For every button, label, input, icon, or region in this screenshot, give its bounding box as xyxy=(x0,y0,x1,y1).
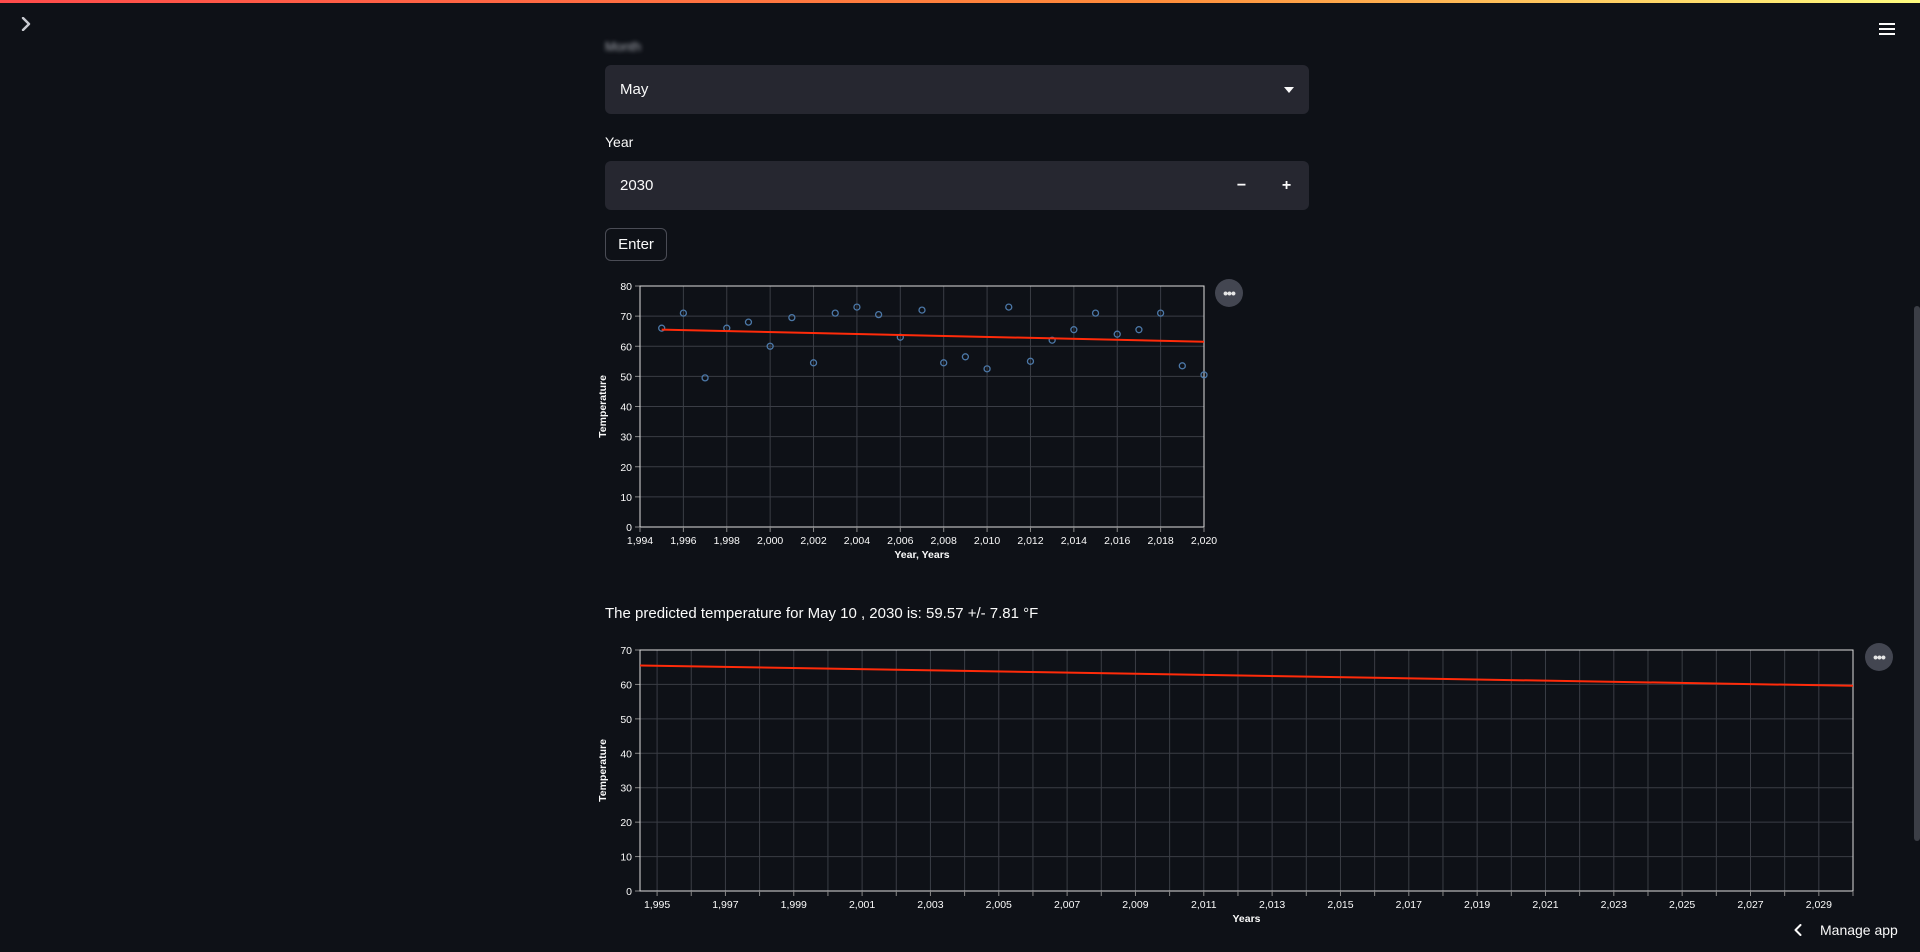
caret-down-icon xyxy=(1284,86,1294,93)
y-axis-title: Temperature xyxy=(597,739,609,802)
x-tick-label: 2,011 xyxy=(1191,899,1217,911)
x-tick-label: 2,013 xyxy=(1259,899,1285,911)
x-tick-label: 2,004 xyxy=(844,535,870,547)
x-tick-label: 2,029 xyxy=(1806,899,1832,911)
scatter-point xyxy=(1091,309,1100,317)
projected-temperature-chart: 0 10 20 30 40 50 60 70 1,995 1,997 1,999 2,001 2,003… xyxy=(597,645,1854,925)
chevron-right-icon xyxy=(21,17,31,31)
scatter-point xyxy=(744,318,753,326)
manage-app-label: Manage app xyxy=(1820,922,1898,938)
month-select[interactable]: May xyxy=(605,65,1309,114)
y-tick-label: 30 xyxy=(620,432,632,444)
y-tick-label: 10 xyxy=(620,492,632,504)
y-tick-label: 80 xyxy=(620,281,632,293)
scatter-point xyxy=(961,353,970,361)
y-tick-label: 70 xyxy=(620,311,632,323)
x-tick-label: 1,996 xyxy=(670,535,696,547)
x-tick-label: 2,005 xyxy=(986,899,1012,911)
y-tick-label: 40 xyxy=(620,748,632,760)
sidebar-expand-button[interactable] xyxy=(14,12,38,36)
year-input-label: Year xyxy=(605,134,634,150)
plot-frame xyxy=(639,649,1854,892)
month-select-label: Month xyxy=(605,39,642,54)
x-tick-label: 2,025 xyxy=(1669,899,1695,911)
scatter-point xyxy=(918,306,926,314)
y-tick-label: 30 xyxy=(620,783,632,795)
y-tick-label: 10 xyxy=(620,852,632,864)
more-options-icon: ••• xyxy=(1873,649,1886,665)
x-tick-label: 2,015 xyxy=(1327,899,1353,911)
year-increment-button[interactable]: + xyxy=(1264,161,1309,210)
scatter-point xyxy=(1178,362,1186,370)
x-tick-label: 2,007 xyxy=(1054,899,1080,911)
scatter-point xyxy=(831,309,839,317)
x-tick-label: 2,023 xyxy=(1601,899,1627,911)
y-tick-label: 20 xyxy=(620,817,632,829)
y-tick-label: 20 xyxy=(620,462,632,474)
year-input-value[interactable]: 2030 xyxy=(605,161,1219,210)
x-tick-label: 1,997 xyxy=(712,899,738,911)
x-tick-label: 2,010 xyxy=(974,535,1000,547)
chart1-menu-button[interactable]: ••• xyxy=(1215,279,1243,307)
hamburger-menu-icon xyxy=(1879,23,1895,35)
regression-line xyxy=(639,664,1854,687)
x-tick-label: 2,008 xyxy=(931,535,957,547)
y-tick-label: 70 xyxy=(620,645,632,657)
x-tick-label: 2,020 xyxy=(1191,535,1217,547)
x-tick-label: 1,999 xyxy=(781,899,807,911)
y-tick-label: 50 xyxy=(620,371,632,383)
x-tick-label: 2,009 xyxy=(1122,899,1148,911)
x-tick-label: 2,019 xyxy=(1464,899,1490,911)
x-tick-label: 1,995 xyxy=(644,899,670,911)
x-tick-label: 1,994 xyxy=(627,535,653,547)
scatter-point xyxy=(1005,303,1013,311)
prediction-text: The predicted temperature for May 10 , 2… xyxy=(605,605,1039,622)
x-tick-label: 2,017 xyxy=(1396,899,1422,911)
x-tick-label: 1,998 xyxy=(714,535,740,547)
chevron-left-icon xyxy=(1794,924,1802,936)
x-tick-label: 2,006 xyxy=(887,535,913,547)
enter-button[interactable]: Enter xyxy=(605,228,667,261)
x-tick-label: 2,012 xyxy=(1017,535,1043,547)
x-tick-label: 2,003 xyxy=(917,899,943,911)
y-tick-label: 40 xyxy=(620,402,632,414)
y-tick-label: 60 xyxy=(620,341,632,353)
x-tick-label: 2,027 xyxy=(1737,899,1763,911)
x-tick-label: 2,021 xyxy=(1532,899,1558,911)
y-tick-label: 0 xyxy=(626,886,632,898)
more-options-icon: ••• xyxy=(1223,285,1236,301)
y-tick-label: 50 xyxy=(620,714,632,726)
main-menu-button[interactable] xyxy=(1874,17,1900,41)
manage-app-button[interactable]: Manage app xyxy=(1794,919,1898,941)
scatter-point xyxy=(874,310,883,319)
x-axis-title: Year, Years xyxy=(894,549,949,561)
minus-icon: − xyxy=(1236,176,1247,194)
top-decoration-bar xyxy=(0,0,1920,3)
x-tick-label: 2,018 xyxy=(1147,535,1173,547)
x-tick-label: 2,000 xyxy=(757,535,783,547)
year-decrement-button[interactable]: − xyxy=(1219,161,1264,210)
plus-icon: + xyxy=(1281,176,1292,194)
chart2-menu-button[interactable]: ••• xyxy=(1865,643,1893,671)
x-tick-label: 2,002 xyxy=(800,535,826,547)
scatter-point xyxy=(788,313,796,322)
scatter-point xyxy=(1135,326,1143,334)
year-number-input[interactable]: 2030 − + xyxy=(605,161,1309,210)
y-tick-label: 0 xyxy=(626,522,632,534)
historical-temperature-chart: 0 10 20 30 40 50 60 70 80 1,994 1,996 1,998 2,000 2,0… xyxy=(597,281,1217,561)
page-scrollbar[interactable] xyxy=(1914,306,1920,841)
x-tick-label: 2,016 xyxy=(1104,535,1130,547)
regression-line xyxy=(661,328,1205,343)
y-tick-label: 60 xyxy=(620,679,632,691)
x-tick-label: 2,014 xyxy=(1061,535,1087,547)
x-axis-title: Years xyxy=(1232,913,1260,925)
scatter-point xyxy=(701,374,709,382)
x-tick-label: 2,001 xyxy=(849,899,875,911)
month-select-value: May xyxy=(620,81,649,98)
y-axis-title: Temperature xyxy=(597,375,609,438)
